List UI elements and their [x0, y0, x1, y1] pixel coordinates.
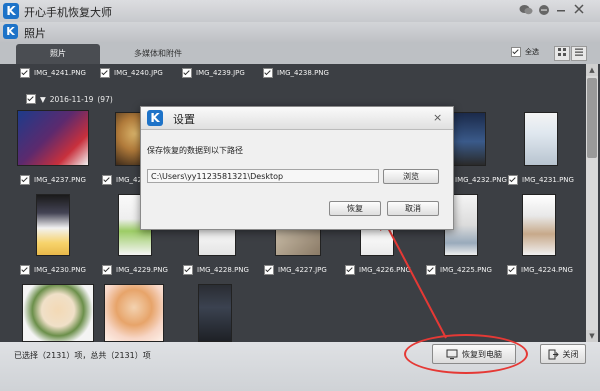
- photo-checkbox[interactable]: [20, 175, 30, 185]
- photo-checkbox[interactable]: [507, 265, 517, 275]
- photo-caption[interactable]: IMG_4241.PNG: [20, 68, 86, 78]
- photo-filename: IMG_4226.PNG: [359, 266, 411, 274]
- photo-checkbox[interactable]: [20, 68, 30, 78]
- settings-dialog: K 设置 × 保存恢复的数据到以下路径 C:\Users\yy112358132…: [140, 106, 454, 230]
- tab-media-attachments[interactable]: 多媒体和附件: [106, 44, 210, 64]
- photo-caption[interactable]: IMG_4230.PNG: [20, 265, 86, 275]
- grid-view-icon[interactable]: [554, 46, 570, 61]
- date-group-label: 2016-11-19: [49, 94, 94, 104]
- selection-status: 已选择（2131）项，总共（2131）项: [14, 351, 151, 360]
- select-all-label: 全选: [525, 48, 539, 56]
- photo-caption[interactable]: IMG_4224.PNG: [507, 265, 573, 275]
- photo-checkbox[interactable]: [426, 265, 436, 275]
- title-bar: K 开心手机恢复大师: [0, 0, 600, 22]
- photo-caption[interactable]: IMG_4227.JPG: [264, 265, 327, 275]
- photo-checkbox[interactable]: [345, 265, 355, 275]
- photo-caption[interactable]: IMG_4231.PNG: [508, 175, 574, 185]
- date-group-checkbox[interactable]: [26, 94, 36, 104]
- photo-thumbnail[interactable]: [36, 194, 70, 256]
- photo-filename: IMG_4238.PNG: [277, 69, 329, 77]
- photo-filename: IMG_4227.JPG: [278, 266, 327, 274]
- dialog-cancel-button[interactable]: 取消: [387, 201, 439, 216]
- photo-checkbox[interactable]: [263, 68, 273, 78]
- minimize-icon[interactable]: [554, 4, 568, 18]
- collapse-arrow-icon[interactable]: ▼: [40, 95, 46, 104]
- save-path-label: 保存恢复的数据到以下路径: [147, 146, 243, 155]
- vertical-scrollbar[interactable]: ▲ ▼: [586, 64, 598, 342]
- photo-checkbox[interactable]: [102, 175, 112, 185]
- photo-thumbnail[interactable]: [452, 112, 486, 166]
- photo-filename: IMG_4239.JPG: [196, 69, 245, 77]
- photo-thumbnail[interactable]: [522, 194, 556, 256]
- photo-thumbnail[interactable]: [198, 228, 236, 256]
- photo-caption[interactable]: IMG_4239.JPG: [182, 68, 245, 78]
- scrollbar-thumb[interactable]: [587, 78, 597, 158]
- photo-thumbnail[interactable]: [17, 110, 89, 166]
- photo-checkbox[interactable]: [100, 68, 110, 78]
- recover-to-pc-label: 恢复到电脑: [462, 349, 502, 359]
- app-logo-icon: K: [3, 3, 19, 19]
- app-window: K 开心手机恢复大师 K 照片 照片 多媒体和附件 全选 IMG_4241.PN…: [0, 0, 600, 391]
- select-all[interactable]: 全选: [511, 47, 539, 57]
- dialog-recover-button[interactable]: 恢复: [329, 201, 381, 216]
- photo-thumbnail[interactable]: [524, 112, 558, 166]
- exit-icon: [548, 349, 559, 359]
- date-group-count: (97): [97, 94, 113, 104]
- photo-filename: IMG_4224.PNG: [521, 266, 573, 274]
- photo-thumbnail[interactable]: [104, 284, 164, 342]
- close-icon[interactable]: ×: [433, 111, 442, 124]
- photo-caption[interactable]: IMG_4238.PNG: [263, 68, 329, 78]
- dialog-title: 设置: [173, 113, 195, 126]
- photo-thumbnail[interactable]: [22, 284, 94, 342]
- scroll-up-icon[interactable]: ▲: [586, 64, 598, 76]
- photo-checkbox[interactable]: [20, 265, 30, 275]
- scroll-down-icon[interactable]: ▼: [586, 330, 598, 342]
- photo-filename: IMG_4241.PNG: [34, 69, 86, 77]
- message-icon[interactable]: [537, 4, 551, 18]
- photo-checkbox[interactable]: [183, 265, 193, 275]
- browse-button[interactable]: 浏览: [383, 169, 439, 184]
- photo-caption[interactable]: IMG_4228.PNG: [183, 265, 249, 275]
- photo-filename: IMG_4231.PNG: [522, 176, 574, 184]
- photo-checkbox[interactable]: [182, 68, 192, 78]
- tab-strip: 照片 多媒体和附件: [0, 42, 600, 64]
- photo-caption[interactable]: IMG_4237.PNG: [20, 175, 86, 185]
- photo-caption[interactable]: IMG_4240.JPG: [100, 68, 163, 78]
- photo-filename: IMG_4230.PNG: [34, 266, 86, 274]
- photo-filename: IMG_4225.PNG: [440, 266, 492, 274]
- recover-to-pc-button[interactable]: 恢复到电脑: [432, 344, 516, 364]
- tab-photos[interactable]: 照片: [16, 44, 100, 64]
- close-window-icon[interactable]: [572, 4, 586, 18]
- close-button[interactable]: 关闭: [540, 344, 586, 364]
- photo-thumbnail[interactable]: [360, 228, 394, 256]
- wechat-icon[interactable]: [519, 4, 533, 18]
- select-all-checkbox[interactable]: [511, 47, 521, 57]
- close-label: 关闭: [562, 349, 579, 359]
- list-view-icon[interactable]: [571, 46, 587, 61]
- photo-thumbnail[interactable]: [275, 228, 321, 256]
- monitor-icon: [446, 349, 458, 359]
- photo-caption[interactable]: IMG_4229.PNG: [102, 265, 168, 275]
- dialog-logo-icon: K: [147, 110, 163, 126]
- photo-caption[interactable]: IMG_4225.PNG: [426, 265, 492, 275]
- photo-caption[interactable]: IMG_4226.PNG: [345, 265, 411, 275]
- photo-filename: IMG_4229.PNG: [116, 266, 168, 274]
- photo-filename: IMG_4228.PNG: [197, 266, 249, 274]
- save-path-field[interactable]: C:\Users\yy1123581321\Desktop: [147, 169, 379, 183]
- photo-checkbox[interactable]: [264, 265, 274, 275]
- app-title: 开心手机恢复大师: [24, 6, 112, 19]
- date-group-header[interactable]: ▼ 2016-11-19 (97): [26, 94, 113, 104]
- section-title: 照片: [24, 27, 46, 40]
- photo-filename: IMG_4240.JPG: [114, 69, 163, 77]
- sub-title-bar: K 照片: [0, 22, 600, 42]
- dialog-title-bar: K 设置 ×: [141, 107, 453, 130]
- section-logo-icon: K: [3, 24, 18, 39]
- photo-thumbnail[interactable]: [198, 284, 232, 342]
- photo-checkbox[interactable]: [508, 175, 518, 185]
- photo-checkbox[interactable]: [102, 265, 112, 275]
- photo-filename: IMG_4232.PNG: [455, 176, 507, 184]
- photo-filename: IMG_4237.PNG: [34, 176, 86, 184]
